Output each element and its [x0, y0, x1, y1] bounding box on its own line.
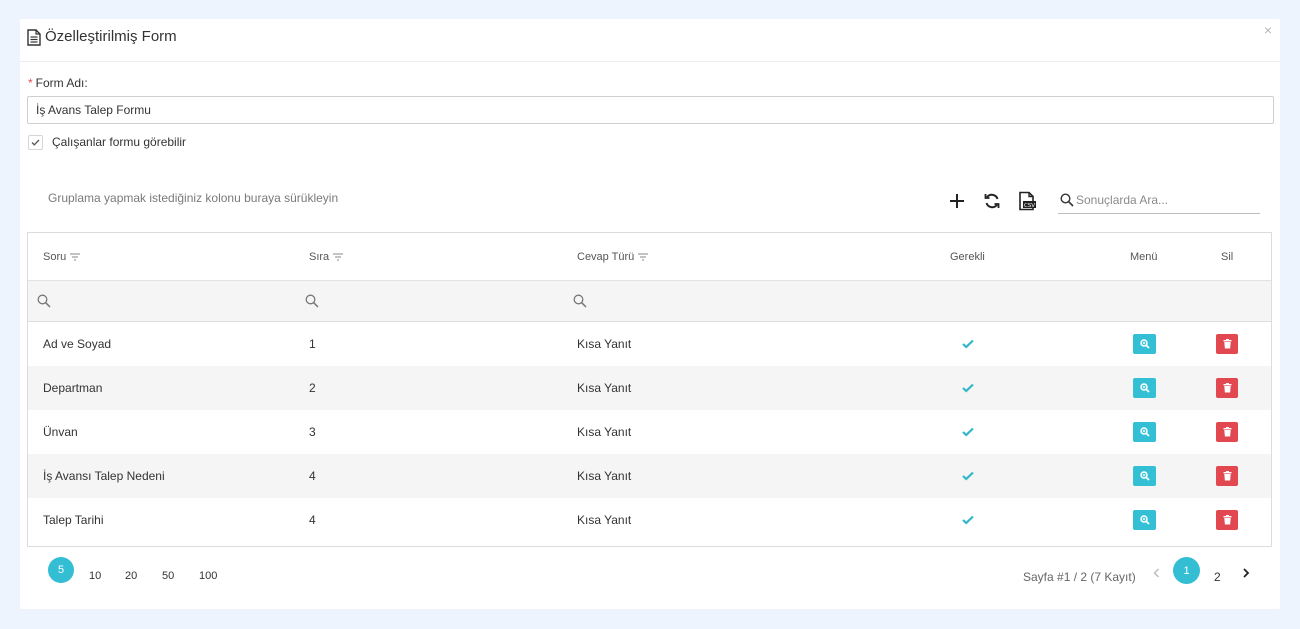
cell-answer-type: Kısa Yanıt	[577, 381, 632, 395]
required-check-icon	[962, 515, 974, 525]
column-header-delete: Sil	[1221, 251, 1233, 263]
filter-icon[interactable]	[638, 253, 649, 261]
table-row[interactable]: Ad ve Soyad 1 Kısa Yanıt	[28, 322, 1271, 366]
filter-order-search-icon[interactable]	[305, 294, 319, 308]
cell-question: İş Avansı Talep Nedeni	[43, 469, 165, 483]
cell-answer-type: Kısa Yanıt	[577, 513, 632, 527]
questions-grid: Soru Sıra Cevap Türü Gerekli Menü Sil Ad…	[27, 232, 1272, 547]
document-icon	[27, 29, 41, 46]
column-header-required: Gerekli	[950, 251, 985, 263]
trash-icon	[1223, 427, 1231, 437]
required-mark: *	[28, 76, 33, 90]
svg-text:CSV: CSV	[1024, 203, 1035, 209]
next-page-chevron-icon[interactable]	[1239, 566, 1253, 580]
cell-question: Departman	[43, 381, 103, 395]
form-name-input[interactable]	[27, 96, 1274, 124]
row-delete-button[interactable]	[1216, 334, 1238, 354]
filter-icon[interactable]	[333, 253, 344, 261]
page-size-option-5[interactable]: 5	[48, 557, 74, 583]
zoom-icon	[1139, 427, 1150, 437]
row-delete-button[interactable]	[1216, 466, 1238, 486]
cell-answer-type: Kısa Yanıt	[577, 337, 632, 351]
column-header-label: Sıra	[309, 251, 330, 263]
checkmark-icon	[31, 139, 40, 146]
export-csv-icon[interactable]: CSV	[1017, 191, 1037, 211]
prev-page-chevron-icon[interactable]	[1150, 566, 1164, 580]
trash-icon	[1223, 471, 1231, 481]
filter-icon[interactable]	[70, 253, 81, 261]
filter-answer-type-search-icon[interactable]	[573, 294, 587, 308]
cell-question: Talep Tarihi	[43, 513, 104, 527]
table-row[interactable]: Ünvan 3 Kısa Yanıt	[28, 410, 1271, 454]
zoom-icon	[1139, 339, 1150, 349]
column-header-menu: Menü	[1130, 251, 1158, 263]
grid-filter-row	[28, 281, 1271, 322]
required-check-icon	[962, 427, 974, 437]
table-row[interactable]: Talep Tarihi 4 Kısa Yanıt	[28, 498, 1271, 542]
row-menu-button[interactable]	[1133, 510, 1156, 530]
page-size-option-100[interactable]: 100	[199, 570, 217, 582]
cell-order: 2	[309, 381, 316, 395]
employees-see-checkbox[interactable]	[28, 135, 43, 150]
cell-order: 4	[309, 513, 316, 527]
search-icon	[1060, 193, 1074, 207]
trash-icon	[1223, 383, 1231, 393]
row-delete-button[interactable]	[1216, 422, 1238, 442]
cell-answer-type: Kısa Yanıt	[577, 469, 632, 483]
cell-question: Ad ve Soyad	[43, 337, 112, 351]
results-search-input[interactable]	[1076, 190, 1256, 210]
page-number-1[interactable]: 1	[1173, 557, 1200, 584]
page-number-2[interactable]: 2	[1214, 570, 1221, 584]
cell-order: 3	[309, 425, 316, 439]
row-delete-button[interactable]	[1216, 510, 1238, 530]
refresh-icon[interactable]	[982, 191, 1002, 211]
column-header-question[interactable]: Soru	[43, 251, 81, 263]
column-header-label: Soru	[43, 251, 67, 263]
add-icon[interactable]	[947, 191, 967, 211]
page-size-option-20[interactable]: 20	[125, 570, 137, 582]
column-header-label: Sil	[1221, 251, 1234, 263]
zoom-icon	[1139, 471, 1150, 481]
cell-answer-type: Kısa Yanıt	[577, 425, 632, 439]
column-header-label: Gerekli	[950, 251, 985, 263]
form-dialog: Özelleştirilmiş Form × *Form Adı: Çalışa…	[20, 19, 1280, 609]
form-name-label-text: Form Adı:	[35, 76, 88, 90]
page-info: Sayfa #1 / 2 (7 Kayıt)	[1023, 570, 1136, 584]
cell-order: 4	[309, 469, 316, 483]
row-menu-button[interactable]	[1133, 422, 1156, 442]
row-menu-button[interactable]	[1133, 466, 1156, 486]
zoom-icon	[1139, 515, 1150, 525]
zoom-icon	[1139, 383, 1150, 393]
column-header-label: Cevap Türü	[577, 251, 635, 263]
required-check-icon	[962, 339, 974, 349]
table-row[interactable]: Departman 2 Kısa Yanıt	[28, 366, 1271, 410]
dialog-header: Özelleştirilmiş Form ×	[20, 19, 1280, 62]
filter-question-search-icon[interactable]	[37, 294, 51, 308]
trash-icon	[1223, 339, 1231, 349]
row-delete-button[interactable]	[1216, 378, 1238, 398]
employees-see-label: Çalışanlar formu görebilir	[52, 135, 187, 149]
required-check-icon	[962, 471, 974, 481]
column-header-order[interactable]: Sıra	[309, 251, 344, 263]
required-check-icon	[962, 383, 974, 393]
page-size-option-10[interactable]: 10	[89, 570, 101, 582]
grid-header: Soru Sıra Cevap Türü Gerekli Menü Sil	[28, 233, 1271, 281]
row-menu-button[interactable]	[1133, 334, 1156, 354]
cell-order: 1	[309, 337, 316, 351]
group-panel-hint: Gruplama yapmak istediğiniz kolonu buray…	[48, 191, 339, 205]
trash-icon	[1223, 515, 1231, 525]
results-search	[1058, 187, 1260, 214]
close-button[interactable]: ×	[1264, 22, 1272, 38]
table-row[interactable]: İş Avansı Talep Nedeni 4 Kısa Yanıt	[28, 454, 1271, 498]
page-size-option-50[interactable]: 50	[162, 570, 174, 582]
cell-question: Ünvan	[43, 425, 78, 439]
column-header-answer-type[interactable]: Cevap Türü	[577, 251, 649, 263]
column-header-label: Menü	[1130, 251, 1158, 263]
dialog-title: Özelleştirilmiş Form	[45, 28, 177, 45]
row-menu-button[interactable]	[1133, 378, 1156, 398]
form-name-label: * Form Adı:	[28, 76, 88, 90]
